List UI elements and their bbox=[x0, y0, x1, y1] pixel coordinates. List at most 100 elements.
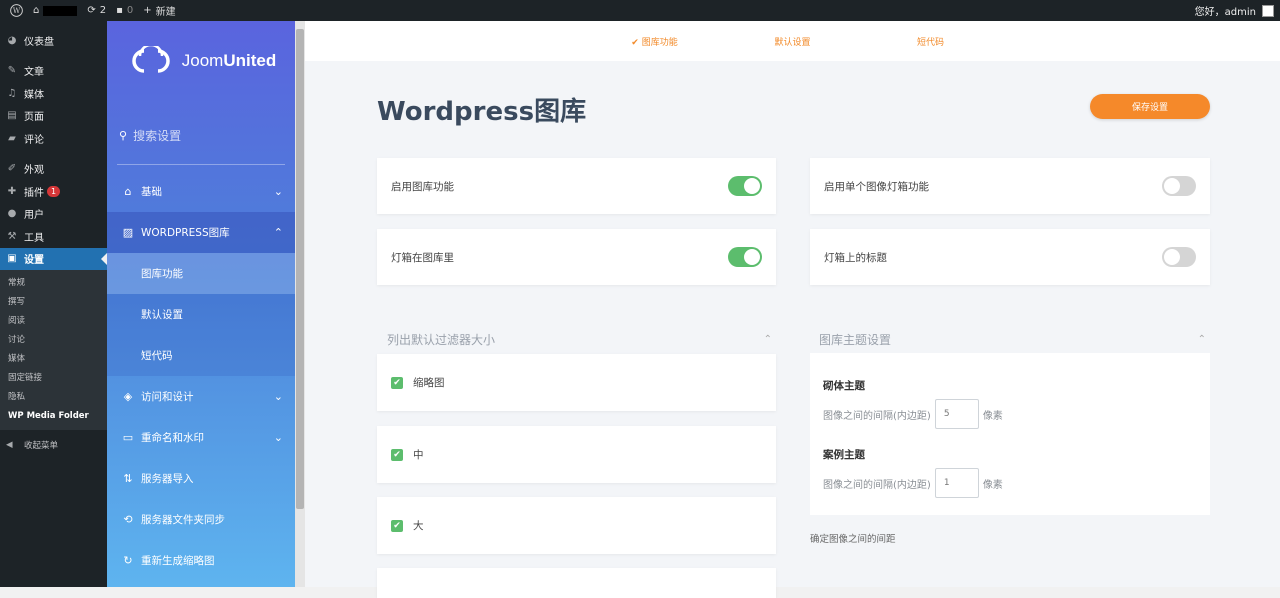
settings-search[interactable]: ⚲ 搜索设置 bbox=[117, 107, 285, 165]
import-icon: ⇅ bbox=[123, 472, 133, 485]
tab-default-settings[interactable]: 默认设置 bbox=[724, 35, 862, 48]
submenu-media[interactable]: 媒体 bbox=[0, 350, 107, 369]
checkbox-checked-icon[interactable]: ✔ bbox=[391, 519, 403, 532]
nav-server-sync[interactable]: ⟲ 服务器文件夹同步 bbox=[107, 499, 295, 540]
menu-item-users[interactable]: ● 用户 bbox=[0, 203, 107, 226]
setting-single-lightbox: 启用单个图像灯箱功能 bbox=[810, 158, 1210, 214]
checkbox-checked-icon[interactable]: ✔ bbox=[391, 448, 403, 461]
nav-server-import[interactable]: ⇅ 服务器导入 bbox=[107, 458, 295, 499]
tab-label: 默认设置 bbox=[774, 37, 811, 48]
tab-shortcode[interactable]: 短代码 bbox=[862, 35, 1000, 48]
setting-label: 灯箱上的标题 bbox=[824, 251, 887, 264]
section-title: 列出默认过滤器大小 bbox=[387, 333, 496, 347]
settings-submenu: 常规 撰写 阅读 讨论 媒体 固定链接 隐私 WP Media Folder bbox=[0, 270, 107, 430]
chevron-up-icon: ⌃ bbox=[763, 334, 772, 345]
setting-enable-gallery: 启用图库功能 bbox=[377, 158, 776, 214]
filter-option-large[interactable]: ✔ 大 bbox=[377, 497, 776, 554]
menu-item-posts[interactable]: ✎ 文章 bbox=[0, 60, 107, 83]
toggle-knob bbox=[744, 178, 760, 194]
home-icon: ⌂ bbox=[33, 5, 40, 16]
collapse-menu-button[interactable]: ◀ 收起菜单 bbox=[0, 434, 107, 456]
filter-option-medium[interactable]: ✔ 中 bbox=[377, 426, 776, 483]
joomunited-logo-icon bbox=[132, 46, 170, 73]
paint-bucket-icon: ◈ bbox=[123, 390, 133, 403]
menu-item-tools[interactable]: ⚒ 工具 bbox=[0, 225, 107, 248]
settings-icon: ▣ bbox=[7, 253, 17, 265]
spacing-label: 图像之间的间隔(内边距) bbox=[823, 479, 931, 491]
media-icon: ♫ bbox=[7, 87, 17, 99]
submenu-permalinks[interactable]: 固定链接 bbox=[0, 369, 107, 388]
chevron-down-icon: ⌄ bbox=[273, 390, 283, 403]
filter-section-heading[interactable]: 列出默认过滤器大小 ⌃ bbox=[387, 331, 772, 348]
setting-lightbox-in-gallery: 灯箱在图库里 bbox=[377, 229, 776, 285]
single-lightbox-toggle[interactable] bbox=[1162, 176, 1196, 196]
nav-default-settings[interactable]: 默认设置 bbox=[107, 294, 295, 335]
nav-wordpress-gallery[interactable]: ▨ WORDPRESS图库 ⌃ bbox=[107, 212, 295, 253]
new-label: 新建 bbox=[155, 7, 176, 18]
submenu-general[interactable]: 常规 bbox=[0, 274, 107, 293]
tab-bar: ✔ 图库功能 默认设置 短代码 bbox=[305, 21, 1280, 61]
masonry-spacing-input[interactable]: 5 bbox=[934, 399, 979, 429]
menu-item-appearance[interactable]: ✐ 外观 bbox=[0, 158, 107, 181]
new-content-link[interactable]: + 新建 bbox=[143, 3, 175, 18]
nav-label: 服务器导入 bbox=[141, 473, 194, 485]
submenu-wp-media-folder[interactable]: WP Media Folder bbox=[0, 407, 107, 426]
main-content: ✔ 图库功能 默认设置 短代码 Wordpress图库 保存设置 启用图库功能 … bbox=[305, 21, 1280, 598]
save-button[interactable]: 保存设置 bbox=[1090, 94, 1210, 119]
lightbox-caption-toggle[interactable] bbox=[1162, 247, 1196, 267]
submenu-discussion[interactable]: 讨论 bbox=[0, 331, 107, 350]
option-label: 缩略图 bbox=[413, 377, 445, 389]
updates-link[interactable]: ⟳ 2 bbox=[87, 5, 106, 16]
nav-basic[interactable]: ⌂ 基础 ⌄ bbox=[107, 171, 295, 212]
filter-option-partial bbox=[377, 568, 776, 598]
wordpress-logo-icon[interactable]: W bbox=[10, 4, 23, 17]
submenu-privacy[interactable]: 隐私 bbox=[0, 388, 107, 407]
setting-label: 灯箱在图库里 bbox=[391, 251, 454, 264]
filter-option-thumbnail[interactable]: ✔ 缩略图 bbox=[377, 354, 776, 411]
section-title: 图库主题设置 bbox=[819, 333, 892, 347]
setting-label: 启用单个图像灯箱功能 bbox=[824, 180, 929, 193]
menu-item-plugins[interactable]: ✚ 插件 1 bbox=[0, 180, 107, 203]
chevron-down-icon: ⌄ bbox=[273, 431, 283, 444]
nav-regenerate-thumbnails[interactable]: ↻ 重新生成缩略图 bbox=[107, 540, 295, 581]
tab-label: 短代码 bbox=[916, 37, 944, 48]
comments-link[interactable]: ▪ 0 bbox=[116, 5, 133, 16]
menu-label: 评论 bbox=[24, 134, 44, 146]
brush-icon: ✐ bbox=[7, 163, 17, 175]
sidebar-scrollbar[interactable] bbox=[295, 21, 305, 587]
nav-rename-watermark[interactable]: ▭ 重命名和水印 ⌄ bbox=[107, 417, 295, 458]
tab-gallery-features[interactable]: ✔ 图库功能 bbox=[586, 35, 724, 48]
menu-item-settings[interactable]: ▣ 设置 bbox=[0, 247, 107, 270]
menu-item-comments[interactable]: ▰ 评论 bbox=[0, 127, 107, 150]
enable-gallery-toggle[interactable] bbox=[728, 176, 762, 196]
menu-label: 用户 bbox=[24, 210, 44, 222]
watermark-icon: ▭ bbox=[122, 431, 134, 444]
regenerate-icon: ↻ bbox=[123, 554, 133, 567]
nav-shortcode[interactable]: 短代码 bbox=[107, 335, 295, 376]
toggle-knob bbox=[1164, 249, 1180, 265]
spacing-label: 图像之间的间隔(内边距) bbox=[823, 410, 931, 422]
dashboard-icon: ◕ bbox=[7, 34, 17, 46]
greeting-text: 您好，admin bbox=[1194, 7, 1256, 18]
nav-access-design[interactable]: ◈ 访问和设计 ⌄ bbox=[107, 376, 295, 417]
submenu-writing[interactable]: 撰写 bbox=[0, 293, 107, 312]
submenu-reading[interactable]: 阅读 bbox=[0, 312, 107, 331]
plugins-update-badge: 1 bbox=[47, 185, 61, 197]
account-menu[interactable]: 您好，admin bbox=[1195, 3, 1274, 18]
theme-section-heading[interactable]: 图库主题设置 ⌃ bbox=[819, 331, 1206, 348]
lightbox-in-gallery-toggle[interactable] bbox=[728, 247, 762, 267]
scrollbar-thumb[interactable] bbox=[296, 29, 304, 509]
checkbox-checked-icon[interactable]: ✔ bbox=[391, 376, 403, 389]
nav-label: 短代码 bbox=[141, 350, 173, 362]
menu-item-dashboard[interactable]: ◕ 仪表盘 bbox=[0, 29, 107, 52]
collapse-label: 收起菜单 bbox=[24, 441, 59, 451]
menu-item-pages[interactable]: ▤ 页面 bbox=[0, 105, 107, 128]
portfolio-spacing-input[interactable]: 1 bbox=[934, 468, 979, 498]
menu-item-media[interactable]: ♫ 媒体 bbox=[0, 82, 107, 105]
site-name-link[interactable]: ⌂ bbox=[33, 5, 78, 16]
plus-icon: + bbox=[143, 5, 152, 16]
collapse-icon: ◀ bbox=[6, 440, 13, 450]
theme-settings-box: 砌体主题 图像之间的间隔(内边距) 5 像素 案例主题 图像之间的间隔(内边距)… bbox=[810, 353, 1210, 515]
nav-gallery-features[interactable]: 图库功能 bbox=[107, 253, 295, 294]
wp-admin-menu: ◕ 仪表盘 ✎ 文章 ♫ 媒体 ▤ 页面 ▰ 评论 ✐ 外观 ✚ 插件 1 ● 用户 ⚒ 工具 ▣ 设… bbox=[0, 21, 107, 587]
